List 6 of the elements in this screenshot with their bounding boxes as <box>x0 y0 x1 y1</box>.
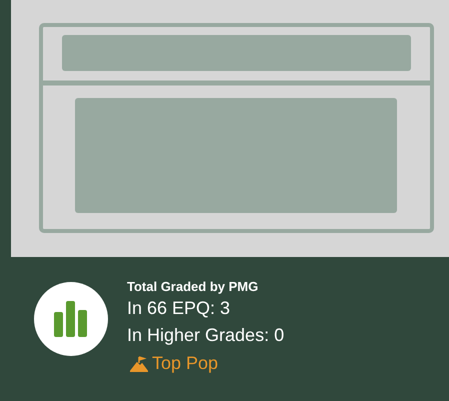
top-pop-link[interactable]: Top Pop <box>130 353 218 374</box>
bar-chart-icon <box>54 301 88 337</box>
population-count: In Higher Grades: 0 <box>127 324 284 347</box>
population-count: In 66 EPQ: 3 <box>127 297 232 320</box>
mountain-flag-icon <box>130 356 148 372</box>
population-title: Total Graded by PMG <box>127 279 260 295</box>
